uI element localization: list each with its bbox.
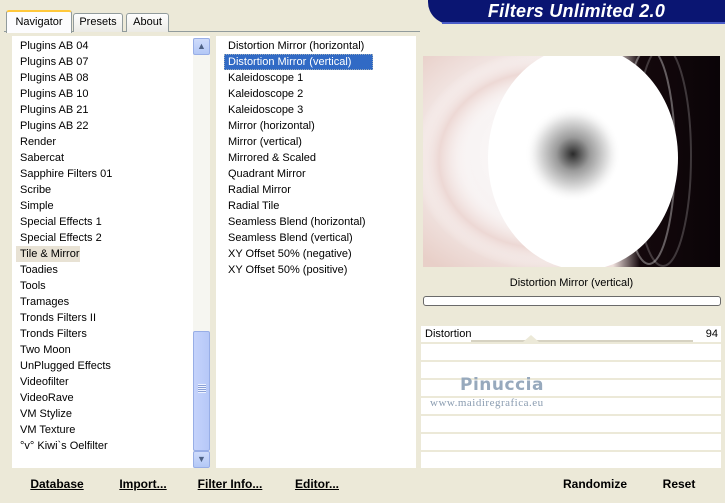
category-item[interactable]: Special Effects 2 [16, 230, 192, 246]
param-row-empty [421, 344, 721, 361]
filter-item[interactable]: Quadrant Mirror [224, 166, 374, 182]
editor-button[interactable]: Editor... [289, 473, 345, 495]
filter-item[interactable]: Radial Mirror [224, 182, 374, 198]
reset-button[interactable]: Reset [654, 473, 704, 495]
import-button[interactable]: Import... [112, 473, 174, 495]
filter-item[interactable]: Radial Tile [224, 198, 374, 214]
scroll-up-button[interactable]: ▲ [193, 38, 210, 55]
category-list: Plugins AB 04 Plugins AB 07 Plugins AB 08 P… [16, 38, 192, 454]
slider-track[interactable] [471, 340, 693, 342]
watermark-url: www.maidiregrafica.eu [430, 397, 544, 409]
app-title: Filters Unlimited 2.0 [487, 1, 666, 21]
category-item[interactable]: Simple [16, 198, 192, 214]
category-item[interactable]: Render [16, 134, 192, 150]
chevron-up-icon: ▲ [197, 41, 206, 51]
category-item[interactable]: UnPlugged Effects [16, 358, 192, 374]
filter-list-panel: Distortion Mirror (horizontal) Distortion… [216, 36, 416, 468]
scroll-down-button[interactable]: ▼ [193, 451, 210, 468]
bottom-toolbar: Database Import... Filter Info... Editor… [0, 470, 725, 503]
category-item[interactable]: VideoRave [16, 390, 192, 406]
category-item[interactable]: Tronds Filters [16, 326, 192, 342]
category-item[interactable]: Videofilter [16, 374, 192, 390]
filter-item[interactable]: Distortion Mirror (vertical) [224, 54, 373, 70]
category-item[interactable]: Plugins AB 22 [16, 118, 192, 134]
scrollbar-thumb[interactable] [193, 331, 210, 451]
preview-graphic [423, 56, 720, 267]
category-item[interactable]: Plugins AB 21 [16, 102, 192, 118]
filter-item[interactable]: Kaleidoscope 1 [224, 70, 374, 86]
filter-item[interactable]: Seamless Blend (vertical) [224, 230, 374, 246]
category-item[interactable]: Sapphire Filters 01 [16, 166, 192, 182]
filter-item[interactable]: Mirror (horizontal) [224, 118, 374, 134]
header-banner: Filters Unlimited 2.0 [428, 0, 725, 24]
randomize-button[interactable]: Randomize [556, 473, 634, 495]
category-item[interactable]: Sabercat [16, 150, 192, 166]
category-item[interactable]: °v° Kiwi`s Oelfilter [16, 438, 192, 454]
param-row-empty [421, 434, 721, 451]
category-item[interactable]: VM Texture [16, 422, 192, 438]
filter-item[interactable]: Kaleidoscope 3 [224, 102, 374, 118]
filter-list: Distortion Mirror (horizontal) Distortion… [224, 38, 412, 278]
filter-info-button[interactable]: Filter Info... [192, 473, 268, 495]
preview-filter-name: Distortion Mirror (vertical) [509, 277, 634, 289]
filter-item[interactable]: XY Offset 50% (negative) [224, 246, 374, 262]
param-row-empty [421, 416, 721, 433]
watermark-name: Pinuccia [460, 375, 544, 395]
filter-item[interactable]: Mirror (vertical) [224, 134, 374, 150]
category-item[interactable]: Special Effects 1 [16, 214, 192, 230]
category-item[interactable]: Tools [16, 278, 192, 294]
category-item[interactable]: VM Stylize [16, 406, 192, 422]
filter-item[interactable]: Mirrored & Scaled [224, 150, 374, 166]
category-item[interactable]: Plugins AB 07 [16, 54, 192, 70]
category-item[interactable]: Two Moon [16, 342, 192, 358]
param-value: 94 [705, 328, 718, 340]
category-list-panel: Plugins AB 04 Plugins AB 07 Plugins AB 08 P… [12, 36, 210, 468]
category-scrollbar[interactable]: ▲ ▼ [193, 38, 210, 468]
category-item[interactable]: Tronds Filters II [16, 310, 192, 326]
grip-icon [198, 384, 206, 393]
tab-presets[interactable]: Presets [73, 13, 123, 32]
filter-item[interactable]: XY Offset 50% (positive) [224, 262, 374, 278]
param-row-distortion[interactable]: Distortion 94 [421, 326, 721, 343]
filter-item[interactable]: Distortion Mirror (horizontal) [224, 38, 374, 54]
category-item[interactable]: Tramages [16, 294, 192, 310]
slider-thumb[interactable] [523, 335, 539, 342]
tab-bar: Navigator Presets About [0, 0, 420, 33]
tab-navigator[interactable]: Navigator [6, 10, 72, 33]
filter-item[interactable]: Seamless Blend (horizontal) [224, 214, 374, 230]
param-row-empty [421, 452, 721, 469]
category-item[interactable]: Plugins AB 04 [16, 38, 192, 54]
category-item[interactable]: Scribe [16, 182, 192, 198]
database-button[interactable]: Database [22, 473, 92, 495]
tab-about[interactable]: About [126, 13, 169, 32]
preview-image [423, 56, 720, 267]
category-item[interactable]: Plugins AB 08 [16, 70, 192, 86]
category-item[interactable]: Toadies [16, 262, 192, 278]
category-item[interactable]: Tile & Mirror [16, 246, 80, 262]
filter-item[interactable]: Kaleidoscope 2 [224, 86, 374, 102]
category-item[interactable]: Plugins AB 10 [16, 86, 192, 102]
param-label: Distortion [425, 328, 472, 340]
chevron-down-icon: ▼ [197, 454, 206, 464]
progress-bar [423, 296, 721, 306]
